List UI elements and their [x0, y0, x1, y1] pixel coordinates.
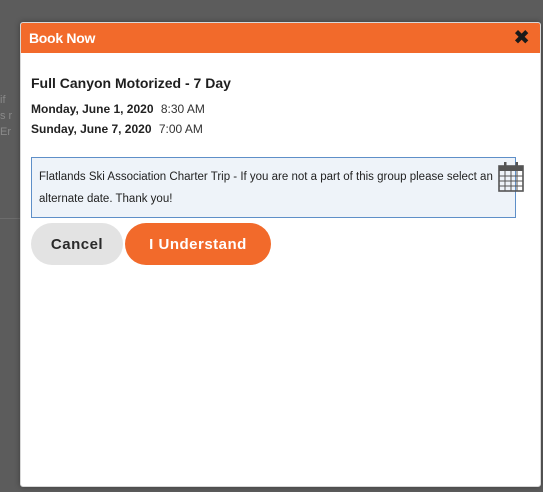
start-time: 8:30 AM	[160, 102, 205, 116]
cancel-button[interactable]: Cancel	[31, 223, 123, 265]
trip-dates: Monday, June 1, 2020 8:30 AM Sunday, Jun…	[31, 99, 530, 139]
i-understand-button[interactable]: I Understand	[125, 223, 271, 265]
dialog-actions: Cancel I Understand	[31, 223, 530, 265]
trip-name: Full Canyon Motorized - 7 Day	[31, 75, 231, 91]
end-date-row: Sunday, June 7, 2020 7:00 AM	[31, 119, 530, 139]
calendar-icon[interactable]	[497, 161, 525, 193]
end-date: Sunday, June 7, 2020	[31, 122, 152, 136]
start-date-row: Monday, June 1, 2020 8:30 AM	[31, 99, 530, 119]
dialog-title: Book Now	[29, 30, 96, 46]
dialog-body: Full Canyon Motorized - 7 Day Monday, Ju…	[21, 75, 540, 265]
background-divider	[0, 218, 22, 219]
close-icon[interactable]: ✖	[513, 28, 530, 48]
dialog-header: Book Now ✖	[21, 23, 540, 53]
end-time: 7:00 AM	[158, 122, 203, 136]
start-date: Monday, June 1, 2020	[31, 102, 154, 116]
charter-notice: Flatlands Ski Association Charter Trip -…	[31, 157, 516, 218]
book-now-dialog: Book Now ✖ Full Canyon Motorized - 7 Day…	[20, 22, 541, 487]
